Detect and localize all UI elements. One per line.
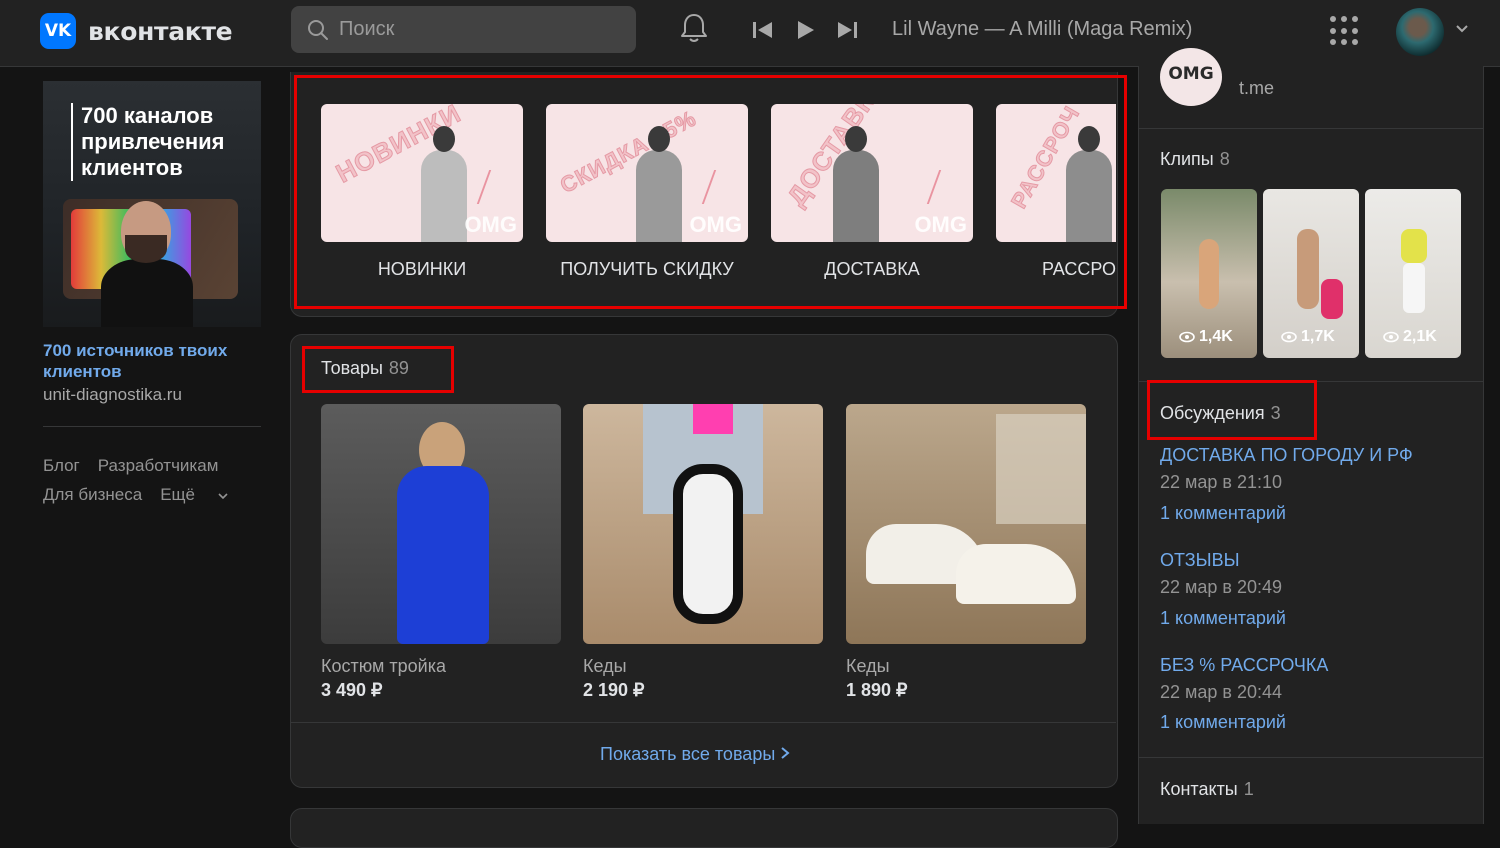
notifications-bell-icon[interactable] [679,12,709,44]
show-all-label: Показать все товары [600,744,776,764]
clips-count: 8 [1219,149,1230,169]
divider [291,722,1116,723]
clips-title: Клипы [1160,149,1214,169]
product-name[interactable]: Костюм тройка [321,656,446,677]
chevron-right-icon [781,747,790,759]
link-domain[interactable]: t.me [1239,78,1274,99]
vk-logo[interactable]: VK вконтакте [40,13,233,49]
highlight-frame [302,346,454,393]
eye-icon [1179,331,1195,343]
search-icon [308,19,328,40]
clip-views: 1,4K [1179,328,1233,346]
contacts-title: Контакты [1160,779,1238,799]
product-price: 1 890 ₽ [846,680,908,700]
search-input[interactable] [339,18,619,41]
link-avatar[interactable]: OMG [1160,48,1222,106]
product-image-sneakers-white[interactable] [846,404,1086,644]
clip-views: 2,1K [1383,328,1437,346]
eye-icon [1383,331,1399,343]
search-box[interactable] [291,6,636,53]
chevron-down-icon[interactable] [1455,24,1469,34]
vk-logo-text: вконтакте [88,16,233,46]
product-name[interactable]: Кеды [583,656,627,677]
divider [43,426,261,427]
ad-person-figure [101,201,193,327]
footer-links: Блог Разработчикам Для бизнеса Ещё [43,451,273,509]
clip-views-count: 2,1K [1403,328,1437,345]
play-icon[interactable] [796,19,816,41]
product-image-sneakers-black[interactable] [583,404,823,644]
discussion-date: 22 мар в 20:44 [1160,682,1283,702]
next-track-icon[interactable] [836,20,858,40]
clip-thumbnail[interactable]: 1,7K [1263,189,1359,358]
next-card-edge [290,808,1118,848]
ad-banner-text: 700 каналов привлечения клиентов [71,103,225,181]
clip-views-count: 1,4K [1199,328,1233,345]
chevron-down-icon [218,493,228,500]
footer-link-developers[interactable]: Разработчикам [98,456,219,475]
clip-views: 1,7K [1281,328,1335,346]
apps-grid-icon[interactable] [1330,16,1360,46]
product-price: 3 490 ₽ [321,680,383,700]
highlight-frame [294,75,1127,309]
ad-title-link[interactable]: 700 источников твоих клиентов [43,340,258,382]
eye-icon [1281,331,1297,343]
divider [1138,128,1484,129]
footer-link-more[interactable]: Ещё [160,485,228,504]
highlight-frame [1147,380,1317,440]
previous-track-icon[interactable] [752,20,774,40]
clip-thumbnail[interactable]: 2,1K [1365,189,1461,358]
vk-logo-icon: VK [40,13,76,49]
footer-link-more-label: Ещё [160,485,195,504]
clip-thumbnail[interactable]: 1,4K [1161,189,1257,358]
discussion-comments[interactable]: 1 комментарий [1160,712,1286,733]
discussion-comments[interactable]: 1 комментарий [1160,608,1286,629]
discussion-date: 22 мар в 21:10 [1160,472,1283,492]
ad-domain[interactable]: unit-diagnostika.ru [43,385,182,405]
user-avatar[interactable] [1396,8,1444,56]
footer-link-blog[interactable]: Блог [43,456,80,475]
ad-banner-image[interactable]: 700 каналов привлечения клиентов [43,81,261,327]
top-header: VK вконтакте Lil Wayne — A Milli (Maga R… [0,0,1500,67]
discussion-title[interactable]: ОТЗЫВЫ [1160,550,1240,571]
footer-link-business[interactable]: Для бизнеса [43,485,142,504]
product-name[interactable]: Кеды [846,656,890,677]
clip-views-count: 1,7K [1301,328,1335,345]
discussion-title[interactable]: ДОСТАВКА ПО ГОРОДУ И РФ [1160,445,1413,466]
divider [1138,757,1484,758]
product-image-suit[interactable] [321,404,561,644]
show-all-products-link[interactable]: Показать все товары [600,744,790,765]
now-playing-title[interactable]: Lil Wayne — A Milli (Maga Remix) [892,18,1192,41]
contacts-section-title[interactable]: Контакты 1 [1160,779,1254,800]
product-price: 2 190 ₽ [583,680,645,700]
discussion-comments[interactable]: 1 комментарий [1160,503,1286,524]
discussion-date: 22 мар в 20:49 [1160,577,1283,597]
contacts-count: 1 [1243,779,1254,799]
clips-section-title[interactable]: Клипы 8 [1160,149,1230,170]
discussion-title[interactable]: БЕЗ % РАССРОЧКА [1160,655,1328,676]
